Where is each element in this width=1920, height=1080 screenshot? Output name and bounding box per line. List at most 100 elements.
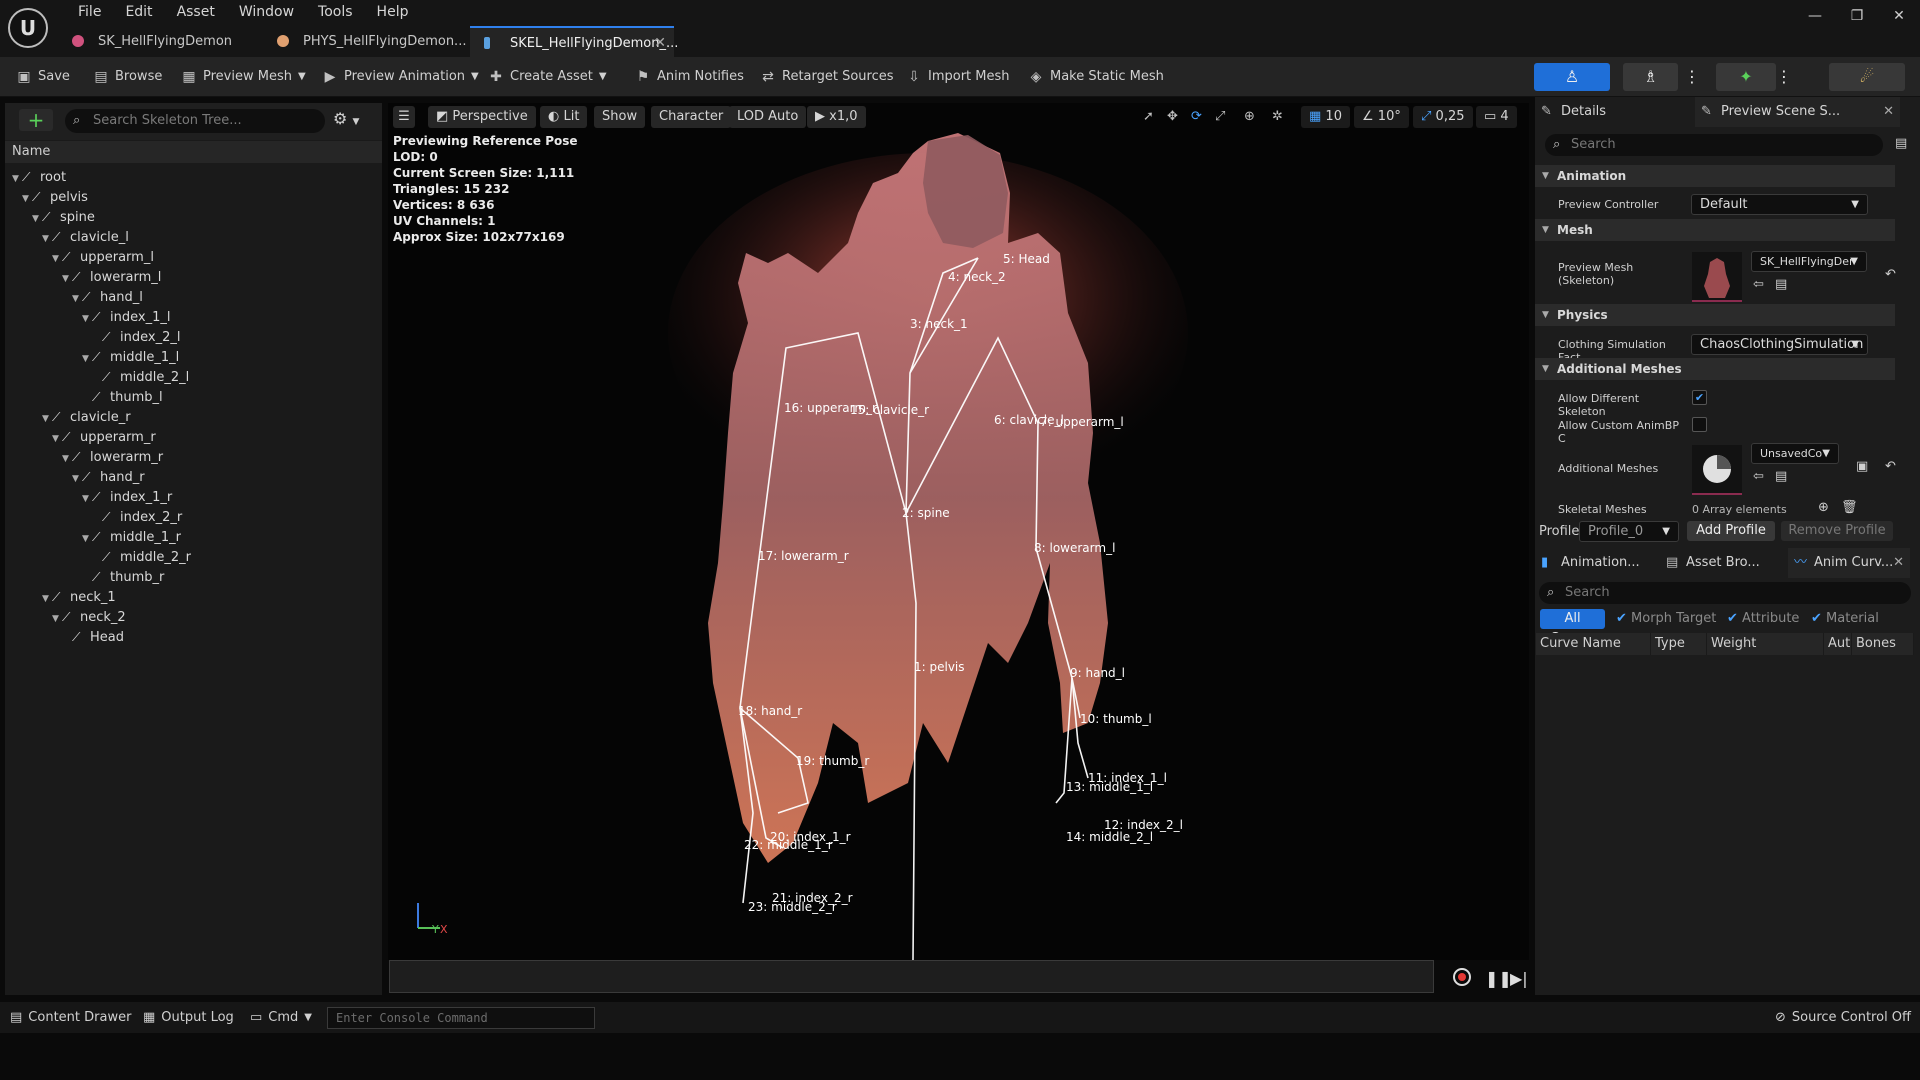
create-asset-button[interactable]: ✚ Create Asset ▼: [488, 65, 606, 89]
bone-row[interactable]: ⟋ middle_2_l: [92, 367, 189, 387]
browse-button[interactable]: ▤ Browse: [93, 65, 162, 89]
menu-tools[interactable]: Tools: [306, 3, 365, 21]
console-input[interactable]: Enter Console Command: [327, 1007, 595, 1029]
column-curve-name[interactable]: Curve Name: [1536, 633, 1651, 655]
bone-row[interactable]: ⟋ thumb_r: [82, 567, 164, 587]
menu-help[interactable]: Help: [365, 3, 421, 21]
expand-arrow-icon[interactable]: ▼: [42, 589, 52, 609]
tab-details[interactable]: ✎ Details: [1535, 97, 1695, 127]
name-column-header[interactable]: Name: [5, 141, 382, 163]
lit-button[interactable]: ◐ Lit: [540, 106, 588, 128]
show-button[interactable]: Show: [594, 106, 646, 128]
bone-row[interactable]: ▼ ⟋ spine: [32, 207, 95, 227]
use-selected-icon[interactable]: ⇦: [1753, 469, 1764, 484]
bone-row[interactable]: ⟋ index_2_l: [92, 327, 180, 347]
tab-skeletal-mesh[interactable]: SK_HellFlyingDemon: [58, 26, 263, 57]
camera-speed-button[interactable]: ▭ 4: [1476, 106, 1517, 128]
expand-arrow-icon[interactable]: ▼: [52, 429, 62, 449]
content-drawer-button[interactable]: ▤ Content Drawer: [10, 1008, 131, 1028]
bone-row[interactable]: ▼ ⟋ upperarm_r: [52, 427, 156, 447]
close-tab-icon[interactable]: ✕: [1883, 97, 1894, 127]
reset-icon[interactable]: ↶: [1885, 459, 1896, 474]
expand-arrow-icon[interactable]: ▼: [82, 489, 92, 509]
bone-row[interactable]: ⟋ middle_2_r: [92, 547, 191, 567]
lod-button[interactable]: LOD Auto: [729, 106, 807, 128]
profile-dropdown[interactable]: Profile_0 ▼: [1579, 521, 1679, 542]
add-button[interactable]: +: [19, 109, 53, 131]
tab-skeleton[interactable]: SKEL_HellFlyingDemon_... ✕: [470, 26, 678, 57]
expand-arrow-icon[interactable]: ▼: [72, 469, 82, 489]
physics-mode-button[interactable]: ☄: [1829, 63, 1905, 91]
bone-row[interactable]: ⟋ Head: [62, 627, 124, 647]
bone-row[interactable]: ▼ ⟋ pelvis: [22, 187, 88, 207]
rotate-icon[interactable]: ⟳: [1191, 107, 1202, 127]
section-physics[interactable]: ▼ Physics: [1535, 304, 1895, 326]
skeleton-search-input[interactable]: ⌕ Search Skeleton Tree...: [65, 109, 325, 133]
bone-row[interactable]: ▼ ⟋ index_1_l: [82, 307, 170, 327]
save-button[interactable]: ▣ Save: [16, 65, 70, 89]
output-log-button[interactable]: ▦ Output Log: [143, 1008, 234, 1028]
use-selected-icon[interactable]: ⇦: [1753, 277, 1764, 292]
playback-speed-button[interactable]: ▶ x1,0: [807, 106, 866, 128]
bone-row[interactable]: ▼ ⟋ lowerarm_l: [62, 267, 161, 287]
column-auto[interactable]: Auto: [1824, 633, 1852, 655]
bone-row[interactable]: ▼ ⟋ middle_1_l: [82, 347, 179, 367]
bone-row[interactable]: ⟋ index_2_r: [92, 507, 182, 527]
expand-arrow-icon[interactable]: ▼: [42, 409, 52, 429]
expand-arrow-icon[interactable]: ▼: [32, 209, 42, 229]
column-weight[interactable]: Weight: [1707, 633, 1824, 655]
step-forward-icon[interactable]: ▶|: [1510, 969, 1528, 988]
animation-mode-button[interactable]: ✦: [1716, 63, 1776, 91]
preview-mesh-dropdown[interactable]: SK_HellFlyingDer ▼: [1751, 251, 1867, 272]
remove-profile-button[interactable]: Remove Profile: [1781, 521, 1893, 541]
section-animation[interactable]: ▼ Animation: [1535, 165, 1895, 187]
bone-row[interactable]: ▼ ⟋ neck_1: [42, 587, 116, 607]
bone-row[interactable]: ⟋ thumb_l: [82, 387, 163, 407]
expand-arrow-icon[interactable]: ▼: [52, 249, 62, 269]
bone-row[interactable]: ▼ ⟋ root: [12, 167, 66, 187]
section-additional-meshes[interactable]: ▼ Additional Meshes: [1535, 358, 1895, 380]
make-static-mesh-button[interactable]: ◈ Make Static Mesh: [1028, 65, 1164, 89]
add-profile-button[interactable]: Add Profile: [1687, 521, 1775, 541]
tab-physics-asset[interactable]: PHYS_HellFlyingDemon...: [263, 26, 470, 57]
view-options-icon[interactable]: ▤: [1895, 136, 1907, 151]
bone-row[interactable]: ▼ ⟋ middle_1_r: [82, 527, 181, 547]
clothing-simulation-dropdown[interactable]: ChaosClothingSimulation ▼: [1691, 334, 1868, 355]
browse-asset-icon[interactable]: ▤: [1775, 469, 1787, 484]
allow-custom-animbp-checkbox[interactable]: [1692, 417, 1707, 432]
retarget-sources-button[interactable]: ⇄ Retarget Sources: [760, 65, 893, 89]
add-element-icon[interactable]: ⊕: [1818, 500, 1829, 515]
pause-icon[interactable]: ❚❚: [1485, 969, 1512, 988]
tab-animation[interactable]: ▮ Animation...: [1535, 548, 1657, 578]
expand-arrow-icon[interactable]: ▼: [52, 609, 62, 629]
anim-notifies-button[interactable]: ⚑ Anim Notifies: [635, 65, 744, 89]
cmd-button[interactable]: ▭ Cmd ▼: [250, 1008, 312, 1028]
additional-meshes-thumbnail[interactable]: [1692, 445, 1742, 495]
filter-material[interactable]: ✔ Material: [1811, 609, 1879, 629]
filter-all-curves[interactable]: All Curves: [1540, 609, 1605, 646]
expand-arrow-icon[interactable]: ▼: [72, 289, 82, 309]
character-button[interactable]: Character: [651, 106, 732, 128]
details-search-input[interactable]: ⌕ Search: [1545, 134, 1883, 156]
save-icon[interactable]: ▣: [1856, 459, 1868, 474]
menu-window[interactable]: Window: [227, 3, 306, 21]
mesh-mode-button[interactable]: ♗: [1623, 63, 1678, 91]
perspective-button[interactable]: ◩ Perspective: [428, 106, 536, 128]
viewport-menu-button[interactable]: ☰: [393, 106, 415, 128]
animation-mode-options-icon[interactable]: ⋮: [1774, 63, 1794, 91]
expand-arrow-icon[interactable]: ▼: [82, 349, 92, 369]
select-icon[interactable]: ➚: [1143, 107, 1154, 127]
expand-arrow-icon[interactable]: ▼: [82, 309, 92, 329]
angle-snap-button[interactable]: ∠ 10°: [1354, 106, 1409, 128]
bone-row[interactable]: ▼ ⟋ hand_r: [72, 467, 145, 487]
section-mesh[interactable]: ▼ Mesh: [1535, 219, 1895, 241]
bone-row[interactable]: ▼ ⟋ neck_2: [52, 607, 126, 627]
close-tab-icon[interactable]: ✕: [1893, 548, 1904, 578]
curves-search-input[interactable]: ⌕ Search: [1539, 582, 1911, 604]
translate-icon[interactable]: ✥: [1167, 107, 1178, 127]
expand-arrow-icon[interactable]: ▼: [62, 269, 72, 289]
source-control-button[interactable]: ⊘ Source Control Off: [1775, 1008, 1911, 1028]
expand-arrow-icon[interactable]: ▼: [12, 169, 22, 189]
bone-row[interactable]: ▼ ⟋ index_1_r: [82, 487, 172, 507]
unreal-logo-icon[interactable]: U: [8, 8, 48, 48]
